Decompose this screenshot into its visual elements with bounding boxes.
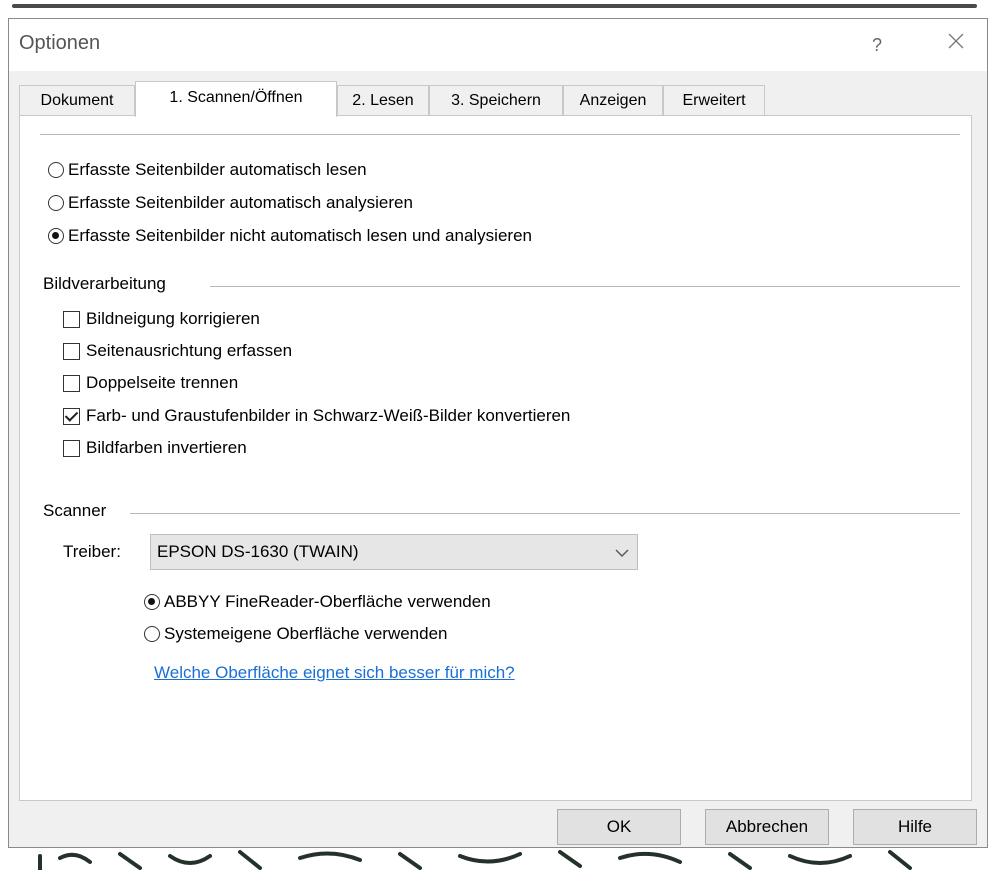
checkbox-invert-colors[interactable]: Bildfarben invertieren	[63, 438, 247, 458]
checkbox-deskew[interactable]: Bildneigung korrigieren	[63, 309, 260, 329]
driver-select-value: EPSON DS-1630 (TWAIN)	[157, 542, 359, 561]
checkbox-label: Bildneigung korrigieren	[86, 309, 260, 328]
checkbox-orientation[interactable]: Seitenausrichtung erfassen	[63, 341, 292, 361]
checkbox[interactable]	[63, 374, 80, 392]
radio-auto-analyze[interactable]: Erfasste Seitenbilder automatisch analys…	[48, 193, 413, 213]
radio-no-auto[interactable]: Erfasste Seitenbilder nicht automatisch …	[48, 226, 532, 246]
radio-label: ABBYY FineReader-Oberfläche verwenden	[164, 592, 491, 611]
radio-abbyy-interface[interactable]: ABBYY FineReader-Oberfläche verwenden	[144, 592, 491, 612]
radio-button[interactable]	[144, 594, 160, 610]
group-divider	[210, 286, 960, 287]
checkbox-label: Seitenausrichtung erfassen	[86, 341, 293, 360]
help-button[interactable]: Hilfe	[853, 809, 977, 845]
radio-button[interactable]	[144, 626, 160, 642]
radio-button[interactable]	[48, 195, 64, 211]
checkbox-label: Doppelseite trennen	[86, 373, 239, 392]
cancel-button[interactable]: Abbrechen	[705, 809, 829, 845]
radio-button[interactable]	[48, 162, 64, 178]
checkbox-convert-bw[interactable]: Farb- und Graustufenbilder in Schwarz-We…	[63, 406, 570, 426]
checkbox[interactable]	[63, 310, 80, 328]
title-bar: Optionen ?	[9, 19, 987, 71]
driver-label: Treiber:	[63, 542, 121, 561]
radio-button[interactable]	[48, 228, 64, 244]
close-icon[interactable]	[934, 27, 978, 63]
tab-dokument[interactable]: Dokument	[19, 85, 135, 115]
divider	[40, 134, 960, 135]
group-divider	[130, 513, 960, 514]
background-document-stroke	[12, 4, 977, 8]
radio-native-interface[interactable]: Systemeigene Oberfläche verwenden	[144, 624, 448, 644]
background-document-bottom	[0, 848, 989, 870]
checkbox[interactable]	[63, 439, 80, 457]
tab-erweitert[interactable]: Erweitert	[663, 85, 765, 115]
radio-label: Erfasste Seitenbilder nicht automatisch …	[68, 226, 532, 245]
radio-label: Systemeigene Oberfläche verwenden	[164, 624, 448, 643]
checkbox[interactable]	[63, 342, 80, 360]
checkbox-label: Bildfarben invertieren	[86, 438, 247, 457]
tab-scannen-oeffnen[interactable]: 1. Scannen/Öffnen	[135, 81, 337, 117]
options-dialog: Optionen ? Dokument 1. Scannen/Öffnen 2.…	[8, 18, 988, 848]
background-text-fragment	[38, 850, 912, 870]
tab-lesen[interactable]: 2. Lesen	[337, 85, 429, 115]
background-document-top	[0, 0, 989, 14]
group-title-image-processing: Bildverarbeitung	[43, 274, 166, 293]
group-title-scanner: Scanner	[43, 501, 107, 520]
radio-label: Erfasste Seitenbilder automatisch lesen	[68, 160, 367, 179]
checkbox[interactable]	[63, 407, 80, 425]
tab-strip: Dokument 1. Scannen/Öffnen 2. Lesen 3. S…	[19, 81, 979, 117]
tab-speichern[interactable]: 3. Speichern	[429, 85, 563, 115]
tab-panel-scannen: Erfasste Seitenbilder automatisch lesen …	[19, 115, 972, 801]
ok-button[interactable]: OK	[557, 809, 681, 845]
window-title: Optionen	[19, 32, 101, 54]
chevron-down-icon	[615, 545, 629, 563]
radio-label: Erfasste Seitenbilder automatisch analys…	[68, 193, 413, 212]
checkbox-split-pages[interactable]: Doppelseite trennen	[63, 373, 238, 393]
driver-select[interactable]: EPSON DS-1630 (TWAIN)	[150, 534, 638, 570]
radio-auto-read[interactable]: Erfasste Seitenbilder automatisch lesen	[48, 160, 367, 180]
tab-anzeigen[interactable]: Anzeigen	[563, 85, 663, 115]
help-icon[interactable]: ?	[857, 27, 897, 63]
checkbox-label: Farb- und Graustufenbilder in Schwarz-We…	[86, 406, 571, 425]
interface-help-link[interactable]: Welche Oberfläche eignet sich besser für…	[154, 663, 515, 683]
